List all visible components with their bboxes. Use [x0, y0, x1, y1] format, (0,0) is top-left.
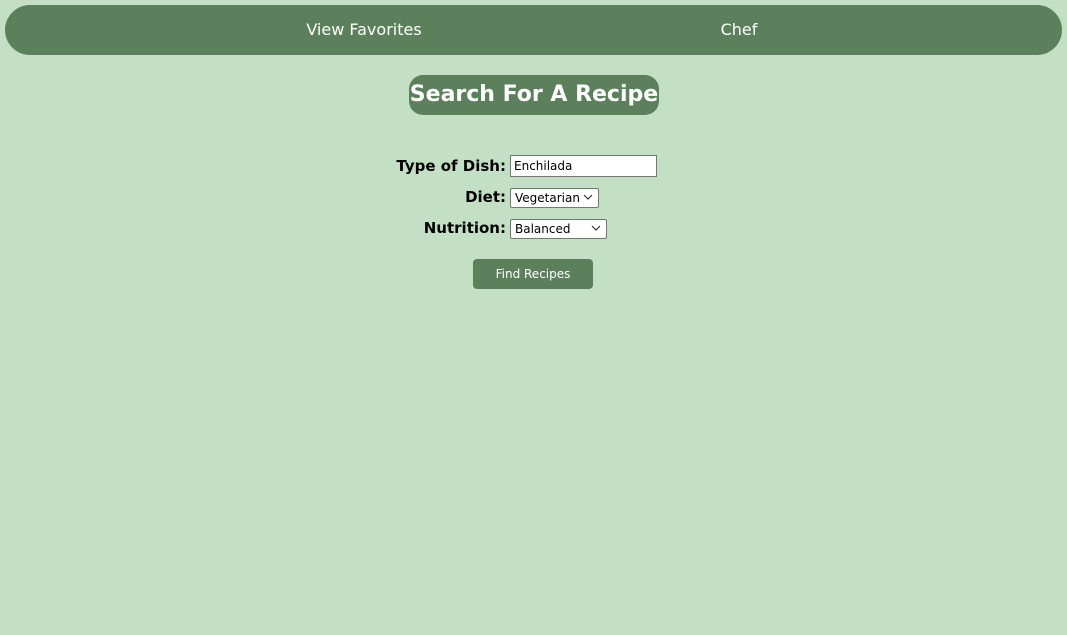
dish-type-input[interactable] [510, 155, 657, 177]
top-navbar: View Favorites Chef [5, 5, 1062, 55]
dish-type-row: Type of Dish: [0, 154, 1067, 178]
diet-row: Diet: Vegetarian [0, 185, 1067, 209]
nav-chef-link[interactable]: Chef [721, 5, 758, 55]
find-recipes-button[interactable]: Find Recipes [473, 259, 593, 289]
diet-label: Diet: [465, 188, 506, 206]
chevron-down-icon [591, 225, 601, 231]
diet-select-value: Vegetarian [515, 191, 580, 205]
nav-view-favorites-link[interactable]: View Favorites [306, 5, 421, 55]
page-title: Search For A Recipe [409, 75, 659, 115]
nutrition-row: Nutrition: Balanced [0, 216, 1067, 240]
nutrition-label: Nutrition: [423, 219, 506, 237]
chevron-down-icon [583, 194, 593, 200]
diet-select[interactable]: Vegetarian [510, 188, 599, 208]
dish-type-label: Type of Dish: [396, 157, 506, 175]
nutrition-select-value: Balanced [515, 222, 571, 236]
nutrition-select[interactable]: Balanced [510, 219, 607, 239]
